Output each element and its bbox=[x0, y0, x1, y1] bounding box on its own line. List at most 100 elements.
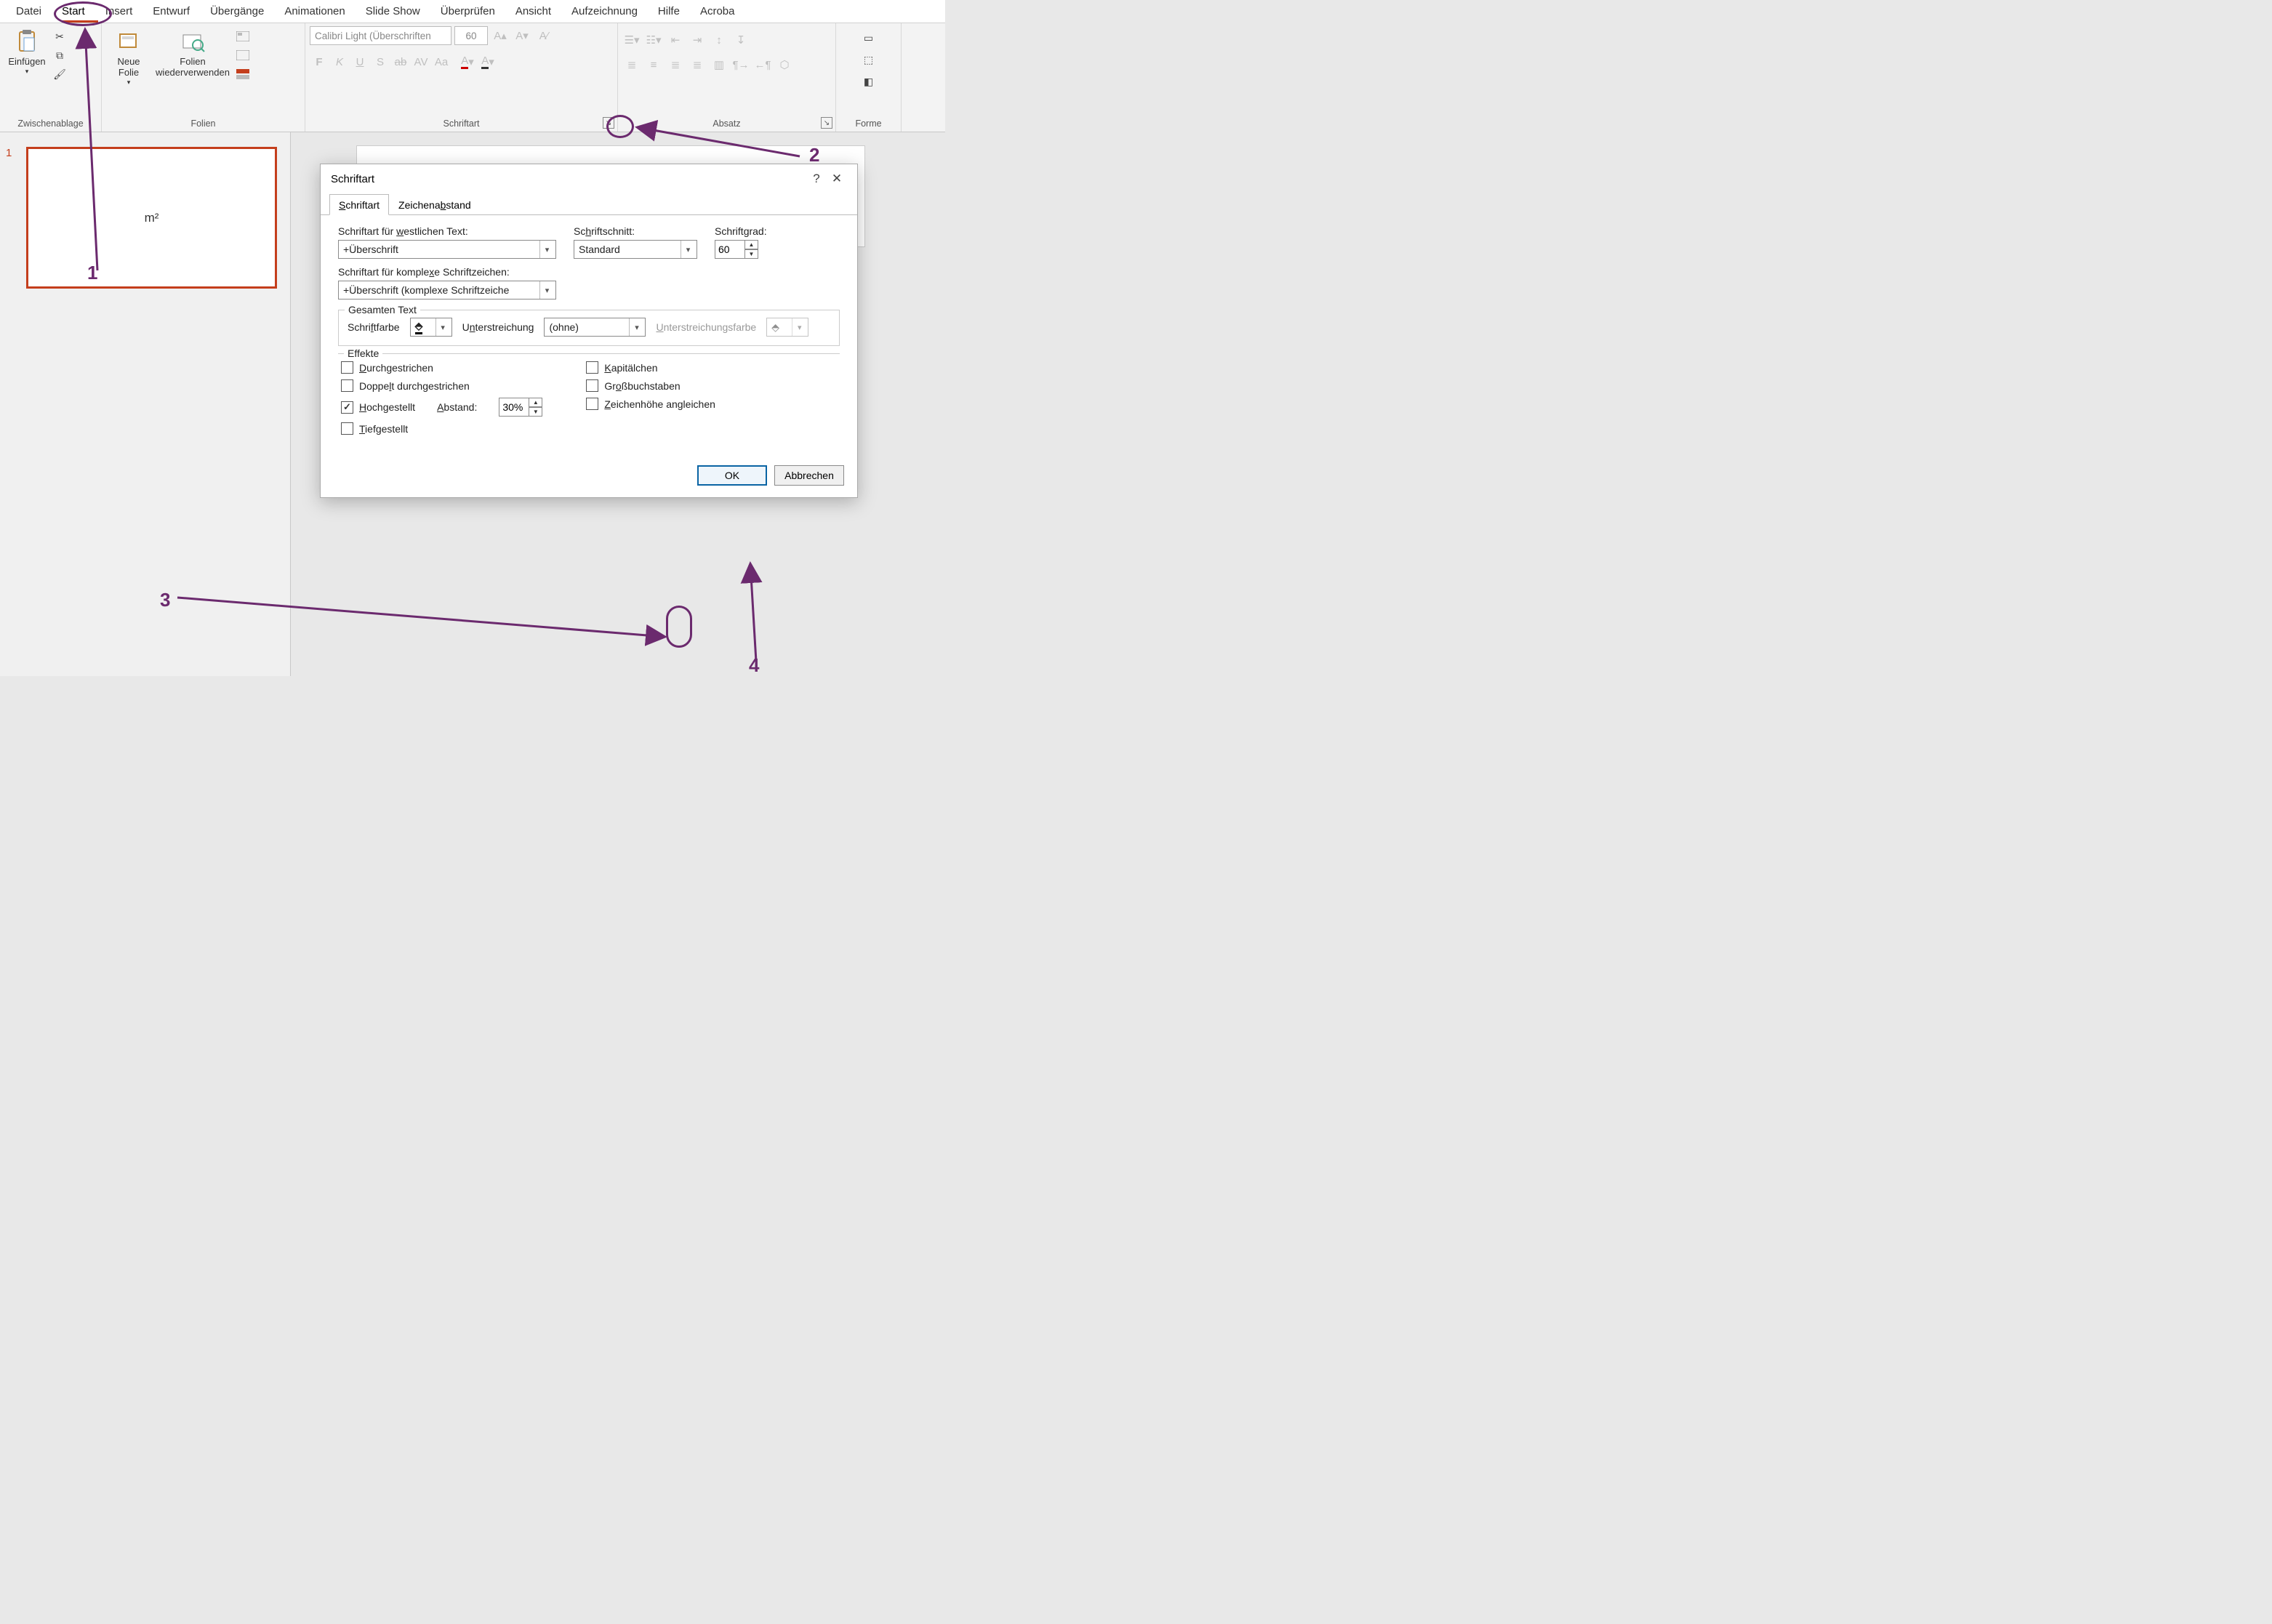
align-right-icon[interactable]: ≣ bbox=[666, 55, 685, 74]
font-size-spinner[interactable]: ▲▼ bbox=[715, 240, 767, 259]
font-dialog: Schriftart ? ✕ SSchriftartchriftart Zeic… bbox=[320, 164, 858, 498]
slide-thumbnail[interactable]: m² bbox=[26, 147, 277, 289]
paste-button[interactable]: Einfügen ▾ bbox=[4, 26, 49, 78]
font-size-combo[interactable]: 60 bbox=[454, 26, 488, 45]
indent-dec-icon[interactable]: ⇤ bbox=[666, 31, 685, 49]
clear-format-icon[interactable]: A⁄ bbox=[534, 26, 553, 45]
alltext-legend: Gesamten Text bbox=[345, 304, 420, 315]
subscript-checkbox[interactable]: Tiefgestellt bbox=[341, 422, 542, 435]
spin-down-icon[interactable]: ▼ bbox=[745, 249, 758, 259]
copy-icon[interactable]: ⧉ bbox=[51, 47, 68, 64]
text-direction-icon[interactable]: ↧ bbox=[731, 31, 750, 49]
offset-input[interactable] bbox=[499, 398, 529, 417]
align-justify-icon[interactable]: ≣ bbox=[688, 55, 707, 74]
reuse-slides-button[interactable]: Folien wiederverwenden bbox=[153, 26, 233, 81]
font-dialog-launcher[interactable]: ↘ bbox=[603, 117, 614, 129]
reset-icon[interactable] bbox=[234, 47, 252, 64]
tab-start[interactable]: Start bbox=[52, 1, 95, 22]
grow-font-icon[interactable]: A▴ bbox=[491, 26, 510, 45]
indent-inc-icon[interactable]: ⇥ bbox=[688, 31, 707, 49]
line-spacing-icon[interactable]: ↕ bbox=[710, 31, 728, 49]
section-icon[interactable] bbox=[234, 65, 252, 83]
tab-recording[interactable]: Aufzeichnung bbox=[561, 1, 648, 22]
tab-animations[interactable]: Animationen bbox=[274, 1, 355, 22]
ltr-icon[interactable]: ¶→ bbox=[731, 55, 750, 74]
columns-icon[interactable]: ▥ bbox=[710, 55, 728, 74]
align-left-icon[interactable]: ≣ bbox=[622, 55, 641, 74]
font-color-label: Schriftfarbe bbox=[348, 321, 400, 333]
underline-style-select[interactable]: (ohne)▾ bbox=[544, 318, 646, 337]
rtl-icon[interactable]: ←¶ bbox=[753, 55, 772, 74]
tab-help[interactable]: Hilfe bbox=[648, 1, 690, 22]
underline-color-label: Unterstreichungsfarbe bbox=[656, 321, 756, 333]
underline-button[interactable]: U bbox=[350, 52, 369, 71]
font-size-input[interactable] bbox=[715, 240, 745, 259]
font-color-button[interactable]: A ▾ bbox=[458, 52, 477, 71]
allcaps-checkbox[interactable]: Großbuchstaben bbox=[586, 379, 715, 392]
complex-font-select[interactable]: +Überschrift (komplexe Schriftzeiche▾ bbox=[338, 281, 556, 300]
active-tab-underline bbox=[62, 20, 98, 23]
spin-up-icon[interactable]: ▲ bbox=[529, 398, 542, 407]
offset-label: Abstand: bbox=[437, 401, 477, 413]
equalize-checkbox[interactable]: Zeichenhöhe angleichen bbox=[586, 398, 715, 410]
spin-down-icon[interactable]: ▼ bbox=[529, 407, 542, 417]
thumb-number: 1 bbox=[6, 147, 12, 159]
tab-view[interactable]: Ansicht bbox=[505, 1, 561, 22]
tab-slideshow[interactable]: Slide Show bbox=[356, 1, 430, 22]
cut-icon[interactable]: ✂ bbox=[51, 28, 68, 45]
font-style-select[interactable]: Standard▾ bbox=[574, 240, 697, 259]
tab-transitions[interactable]: Übergänge bbox=[200, 1, 274, 22]
smallcaps-checkbox[interactable]: Kapitälchen bbox=[586, 361, 715, 374]
group-slides-label: Folien bbox=[106, 117, 300, 130]
italic-button[interactable]: K bbox=[330, 52, 349, 71]
dialog-close-button[interactable]: ✕ bbox=[827, 172, 847, 186]
smartart-icon[interactable]: ⬡ bbox=[775, 55, 794, 74]
new-slide-button[interactable]: Neue Folie ▾ bbox=[106, 26, 151, 89]
shrink-font-icon[interactable]: A▾ bbox=[513, 26, 531, 45]
effects-legend: Effekte bbox=[344, 347, 382, 359]
offset-spinner[interactable]: ▲▼ bbox=[499, 398, 542, 417]
complex-font-label: Schriftart für komplexe Schriftzeichen: bbox=[338, 266, 556, 278]
tab-design[interactable]: Entwurf bbox=[142, 1, 200, 22]
clipboard-icon bbox=[15, 29, 39, 54]
cancel-button[interactable]: Abbrechen bbox=[774, 465, 844, 486]
shapes-icon[interactable]: ▭ bbox=[860, 29, 878, 47]
superscript-checkbox[interactable]: Hochgestellt bbox=[341, 401, 415, 414]
change-case-button[interactable]: Aa bbox=[432, 52, 451, 71]
align-center-icon[interactable]: ≡ bbox=[644, 55, 663, 74]
thumb-content: m² bbox=[145, 211, 159, 225]
strike-checkbox[interactable]: Durchgestrichen bbox=[341, 361, 542, 374]
numbering-icon[interactable]: ☷▾ bbox=[644, 31, 663, 49]
tab-review[interactable]: Überprüfen bbox=[430, 1, 505, 22]
tab-insert[interactable]: Insert bbox=[95, 1, 143, 22]
dialog-tab-spacing[interactable]: Zeichenabstand bbox=[389, 194, 481, 215]
dialog-help-button[interactable]: ? bbox=[806, 172, 827, 186]
tab-acrobat[interactable]: Acroba bbox=[690, 1, 745, 22]
group-font-label: Schriftart bbox=[310, 117, 613, 130]
highlight-button[interactable]: A ▾ bbox=[478, 52, 497, 71]
font-family-combo[interactable]: Calibri Light (Überschriften bbox=[310, 26, 451, 45]
dialog-tab-font[interactable]: SSchriftartchriftart bbox=[329, 194, 389, 215]
bold-button[interactable]: F bbox=[310, 52, 329, 71]
font-color-picker[interactable]: ⬘▾ bbox=[410, 318, 452, 337]
new-slide-icon bbox=[116, 29, 141, 54]
quick-styles-icon[interactable]: ◧ bbox=[860, 73, 878, 90]
arrange-icon[interactable]: ⬚ bbox=[860, 51, 878, 68]
dblstrike-checkbox[interactable]: Doppelt durchgestrichen bbox=[341, 379, 542, 392]
annotation-number-1: 1 bbox=[87, 262, 97, 284]
latin-font-select[interactable]: +Überschrift▾ bbox=[338, 240, 556, 259]
bullets-icon[interactable]: ☰▾ bbox=[622, 31, 641, 49]
group-clipboard-label: Zwischenablage bbox=[4, 117, 97, 130]
char-spacing-button[interactable]: AV bbox=[412, 52, 430, 71]
spin-up-icon[interactable]: ▲ bbox=[745, 240, 758, 249]
paragraph-dialog-launcher[interactable]: ↘ bbox=[821, 117, 832, 129]
tab-file[interactable]: Datei bbox=[6, 1, 52, 22]
strike-button[interactable]: ab bbox=[391, 52, 410, 71]
ribbon: Einfügen ▾ ✂ ⧉ 🖌 Zwischenablage Neue Fol… bbox=[0, 23, 945, 132]
layout-icon[interactable] bbox=[234, 28, 252, 45]
shadow-button[interactable]: S bbox=[371, 52, 390, 71]
ribbon-tabs: Datei Start Insert Entwurf Übergänge Ani… bbox=[0, 0, 945, 23]
font-size-label: Schriftgrad: bbox=[715, 225, 767, 237]
ok-button[interactable]: OK bbox=[697, 465, 767, 486]
format-painter-icon[interactable]: 🖌 bbox=[51, 65, 68, 83]
